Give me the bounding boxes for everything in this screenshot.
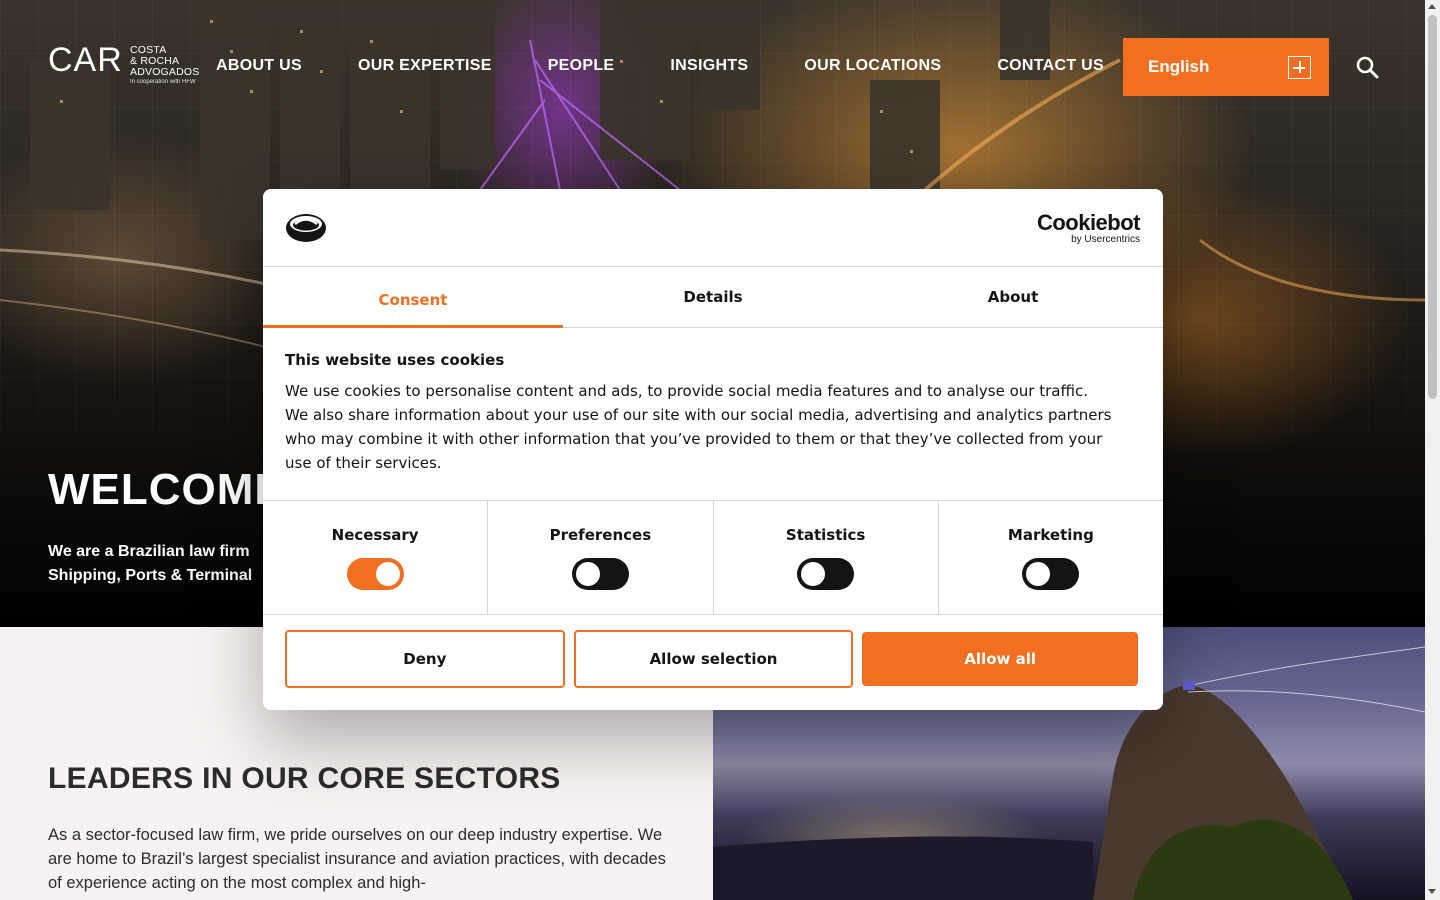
logo-mark: CAR (48, 41, 123, 79)
cookie-description: We use cookies to personalise content an… (285, 382, 1112, 472)
nav-our-expertise[interactable]: OUR EXPERTISE (358, 57, 492, 75)
scroll-up-arrow-icon[interactable] (1428, 4, 1436, 9)
tab-details[interactable]: Details (563, 267, 863, 327)
necessary-toggle[interactable] (346, 558, 404, 590)
hero-subtitle: We are a Brazilian law firm Shipping, Po… (48, 543, 253, 584)
category-necessary: Necessary (263, 501, 489, 614)
toggle-label: Statistics (785, 526, 866, 544)
preferences-toggle[interactable] (571, 558, 629, 590)
section-title: LEADERS IN OUR CORE SECTORS (48, 762, 561, 795)
tab-about[interactable]: About (863, 267, 1163, 327)
search-icon[interactable] (1355, 55, 1379, 79)
cookie-dialog-header: Cookiebot by Usercentrics (263, 189, 1163, 267)
statistics-toggle[interactable] (797, 558, 855, 590)
cookiebot-brand[interactable]: Cookiebot by Usercentrics (1037, 211, 1141, 245)
cookie-categories: Necessary Preferences Statistics Marketi… (263, 500, 1163, 615)
site-logo[interactable]: CAR COSTA & ROCHA ADVOGADOS In cooperati… (48, 41, 203, 90)
nav-our-locations[interactable]: OUR LOCATIONS (804, 57, 941, 75)
language-selector[interactable]: English (1123, 38, 1329, 96)
toggle-label: Marketing (1007, 526, 1094, 544)
cookie-dialog-tabs: Consent Details About (263, 267, 1163, 328)
category-statistics: Statistics (714, 501, 939, 614)
nav-about-us[interactable]: ABOUT US (216, 57, 302, 75)
site-header: CAR COSTA & ROCHA ADVOGADOS In cooperati… (0, 0, 1425, 130)
allow-selection-button[interactable]: Allow selection (573, 630, 854, 688)
category-marketing: Marketing (939, 501, 1163, 614)
category-preferences: Preferences (488, 501, 714, 614)
nav-contact-us[interactable]: CONTACT US (997, 57, 1104, 75)
nav-insights[interactable]: INSIGHTS (670, 57, 748, 75)
main-nav: ABOUT US OUR EXPERTISE PEOPLE INSIGHTS O… (216, 57, 1104, 75)
cookiebot-logo-icon (286, 214, 326, 242)
page-scrollbar[interactable] (1425, 0, 1440, 900)
marketing-toggle[interactable] (1022, 558, 1080, 590)
section-body: As a sector-focused law firm, we pride o… (48, 826, 666, 892)
scroll-down-arrow-icon[interactable] (1428, 889, 1436, 894)
cookie-heading: This website uses cookies (285, 351, 505, 369)
cookie-buttons: Deny Allow selection Allow all (285, 630, 1139, 688)
cookie-consent-dialog: Cookiebot by Usercentrics Consent Detail… (263, 189, 1163, 710)
language-label: English (1148, 57, 1210, 76)
allow-all-button[interactable]: Allow all (862, 632, 1139, 686)
plus-icon (1288, 56, 1311, 79)
logo-firm-name: COSTA & ROCHA ADVOGADOS (130, 44, 200, 78)
deny-button[interactable]: Deny (285, 630, 565, 688)
tab-consent[interactable]: Consent (263, 267, 563, 328)
cookie-dialog-body: This website uses cookies We use cookies… (285, 351, 1115, 475)
logo-cooperation: In cooperation with HFW (130, 79, 196, 85)
toggle-label: Preferences (549, 526, 652, 544)
scroll-thumb[interactable] (1428, 15, 1437, 399)
nav-people[interactable]: PEOPLE (548, 57, 615, 75)
hero-title: WELCOME (48, 465, 285, 514)
toggle-label: Necessary (331, 526, 419, 544)
